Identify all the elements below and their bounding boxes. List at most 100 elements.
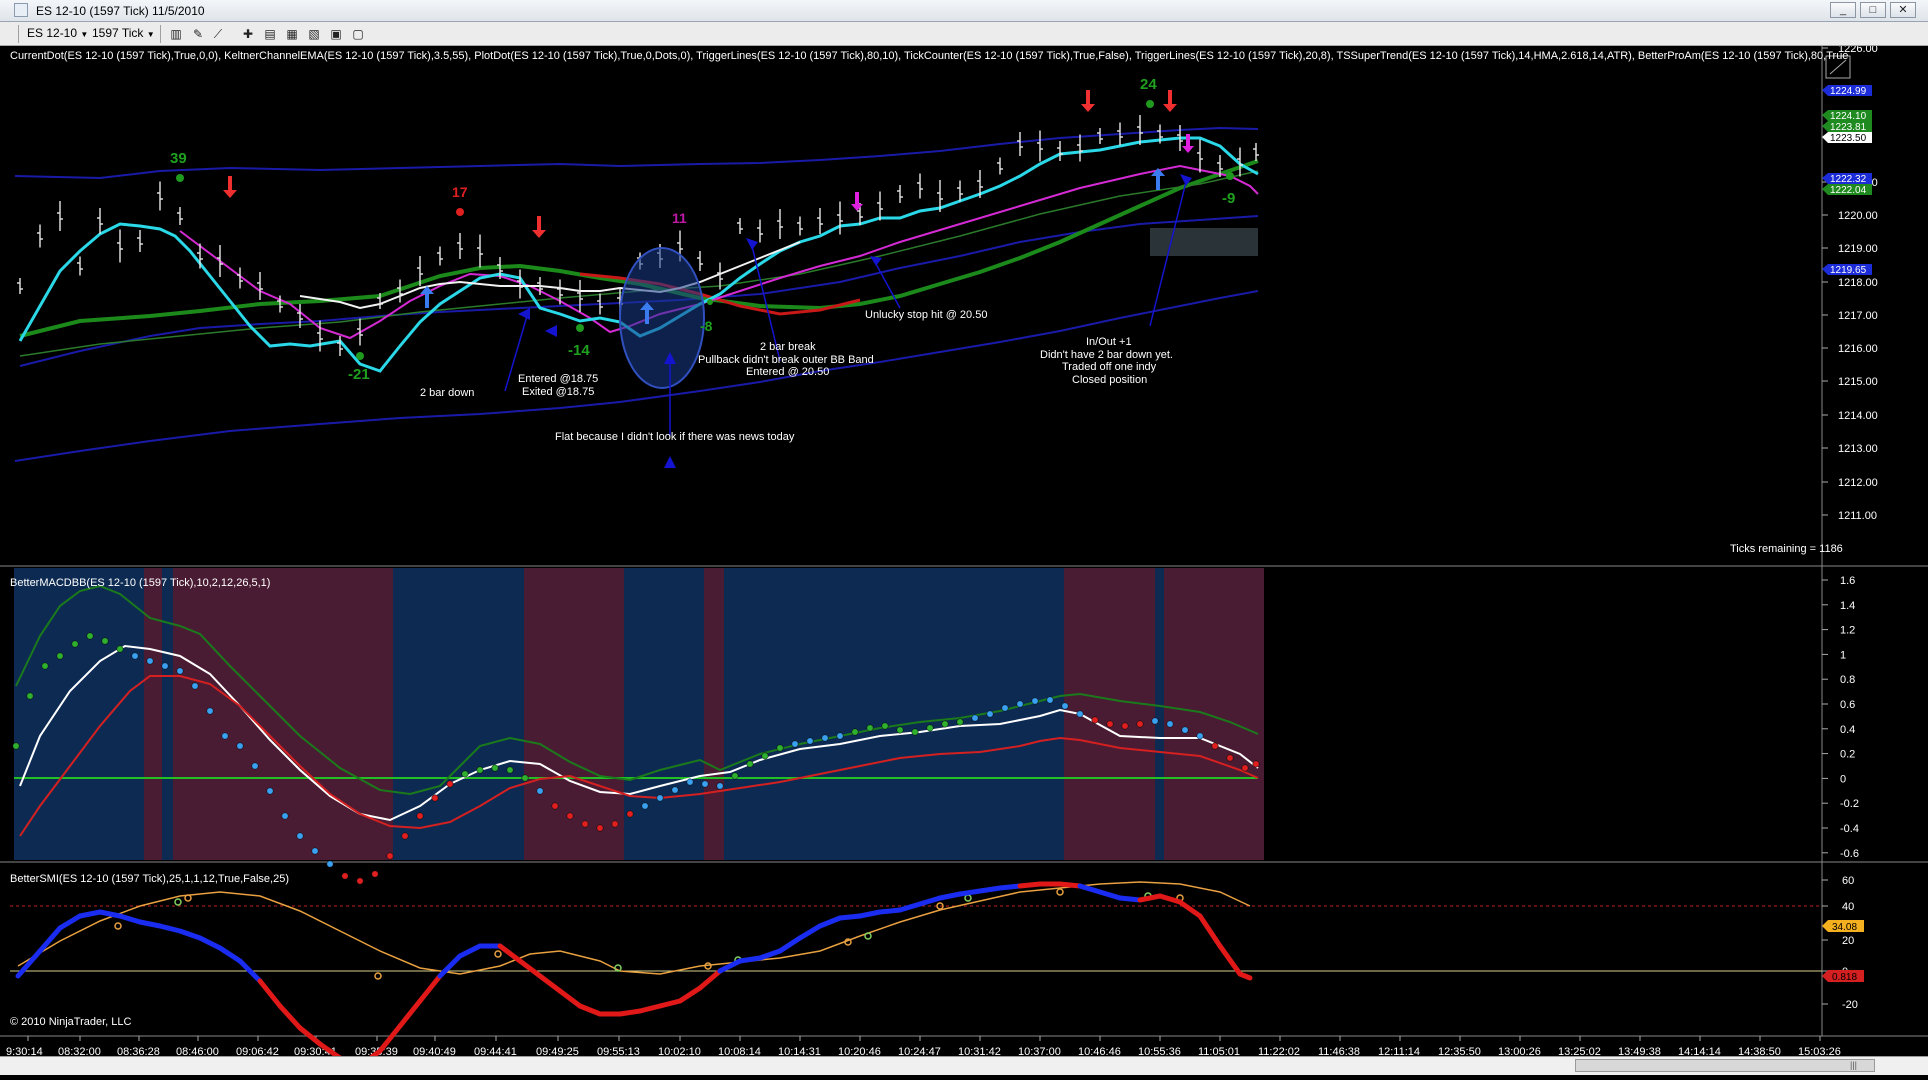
macd-tick-label: 1 <box>1840 649 1846 661</box>
snapshot-icon[interactable]: ▢ <box>350 26 366 42</box>
macd-dot <box>761 752 769 760</box>
macd-dot <box>1106 720 1114 728</box>
macd-dot <box>86 632 94 640</box>
macd-tick-label: 0.2 <box>1840 749 1855 761</box>
swing-label: 39 <box>170 150 187 167</box>
svg-text:1224.10: 1224.10 <box>1830 111 1867 122</box>
macd-dot <box>356 877 364 885</box>
annotation-traded-off: Traded off one indy <box>1062 361 1157 373</box>
macd-dot <box>551 802 559 810</box>
macd-tick-label: -0.2 <box>1840 798 1859 810</box>
macd-dot <box>221 732 229 740</box>
chevron-down-icon: ▼ <box>146 30 155 39</box>
macd-dot <box>1031 697 1039 705</box>
macd-dot <box>176 667 184 675</box>
smi-segment <box>1057 881 1083 889</box>
macd-dot <box>1166 720 1174 728</box>
data-box-icon[interactable]: ▣ <box>328 26 344 42</box>
macd-dot <box>116 645 124 653</box>
indicators-icon[interactable]: ▦ <box>284 26 300 42</box>
macd-tick-label: 0 <box>1840 773 1846 785</box>
instrument-selector[interactable]: ES 12-10 ▼ <box>27 25 88 42</box>
macd-tick-label: 0.4 <box>1840 724 1855 736</box>
draw-line-icon[interactable]: ⟋ <box>210 26 226 42</box>
macd-dot <box>1001 704 1009 712</box>
macd-dot <box>956 718 964 726</box>
price-tick-label: 1214.00 <box>1838 410 1878 422</box>
scrollbar-thumb[interactable] <box>1575 1059 1875 1072</box>
macd-dot <box>101 637 109 645</box>
bar-type-icon[interactable]: ▥ <box>168 26 184 42</box>
macd-dot <box>506 766 514 774</box>
macd-dot <box>971 714 979 722</box>
crosshair-icon[interactable]: ✚ <box>240 26 256 42</box>
smi-tick-label: 60 <box>1842 875 1854 887</box>
macd-dot <box>926 724 934 732</box>
svg-text:1223.50: 1223.50 <box>1830 133 1867 144</box>
macd-dot <box>236 742 244 750</box>
price-tag: 1223.50 <box>1822 132 1872 144</box>
macd-dot <box>671 786 679 794</box>
price-tick-label: 1215.00 <box>1838 376 1878 388</box>
close-button[interactable]: ✕ <box>1890 2 1916 18</box>
price-tick-label: 1216.00 <box>1838 343 1878 355</box>
price-tag: 1222.32 <box>1822 173 1872 185</box>
swing-label: 17 <box>452 184 468 200</box>
macd-dot <box>71 640 79 648</box>
macd-dot <box>806 737 814 745</box>
macd-dot <box>131 652 139 660</box>
macd-dot <box>431 794 439 802</box>
macd-dot <box>1151 717 1159 725</box>
smi-segment <box>837 913 863 921</box>
macd-dot <box>1241 764 1249 772</box>
scroll-grip-icon: ||| <box>1850 1060 1858 1070</box>
macd-dot <box>266 787 274 795</box>
smi-tick-label: 20 <box>1842 935 1854 947</box>
swing-label: 24 <box>1140 76 1157 93</box>
macd-dot <box>641 802 649 810</box>
macd-dot <box>191 682 199 690</box>
macd-dot <box>1061 702 1069 710</box>
annotation-in-out: In/Out +1 <box>1086 336 1132 348</box>
annotation-exited: Exited @18.75 <box>522 386 595 398</box>
smi-segment <box>737 955 763 964</box>
toolbar-separator <box>18 25 19 43</box>
highlight-ellipse <box>619 247 705 389</box>
strategies-icon[interactable]: ▧ <box>306 26 322 42</box>
interval-selector[interactable]: 1597 Tick ▼ <box>92 25 155 42</box>
app-icon <box>14 3 28 17</box>
price-chart[interactable]: 1226.001221.001220.001219.001218.001217.… <box>0 46 1928 1080</box>
horizontal-scrollbar[interactable]: ||| <box>0 1056 1928 1075</box>
chart-toolbar: ES 12-10 ▼ 1597 Tick ▼ ▥ ✎ ⟋ ✚ ▤ ▦ ▧ ▣ ▢ <box>0 22 1928 46</box>
value-box <box>1150 228 1258 256</box>
price-tick-label: 1220.00 <box>1838 210 1878 222</box>
chart-properties-icon[interactable]: ▤ <box>262 26 278 42</box>
annotation-stop-hit: Unlucky stop hit @ 20.50 <box>865 309 988 321</box>
macd-dot <box>911 728 919 736</box>
indicator-label: CurrentDot(ES 12-10 (1597 Tick),True,0,0… <box>10 50 1849 62</box>
macd-dot <box>626 810 634 818</box>
macd-dot <box>581 820 589 828</box>
annotation-entered: Entered @18.75 <box>518 373 599 385</box>
macd-dot <box>986 710 994 718</box>
macd-dot <box>731 772 739 780</box>
window-controls: _ □ ✕ <box>1830 2 1916 18</box>
annotation-2-bar-break: 2 bar break <box>760 341 816 353</box>
macd-tick-label: 0.8 <box>1840 674 1855 686</box>
macd-dot <box>836 732 844 740</box>
macd-dot <box>866 724 874 732</box>
macd-dot <box>1046 696 1054 704</box>
draw-pencil-icon[interactable]: ✎ <box>190 26 206 42</box>
macd-tick-label: -0.6 <box>1840 848 1859 860</box>
macd-dot <box>281 812 289 820</box>
macd-dot <box>941 720 949 728</box>
ticks-remaining: Ticks remaining = 1186 <box>1730 543 1843 555</box>
smi-segment <box>1117 895 1143 903</box>
swing-label: -14 <box>568 342 590 359</box>
smi-segment <box>977 885 1003 894</box>
maximize-button[interactable]: □ <box>1860 2 1886 18</box>
svg-text:1219.65: 1219.65 <box>1830 265 1867 276</box>
macd-tick-label: 1.2 <box>1840 625 1855 637</box>
minimize-button[interactable]: _ <box>1830 2 1856 18</box>
interval-label: 1597 Tick <box>92 26 144 40</box>
